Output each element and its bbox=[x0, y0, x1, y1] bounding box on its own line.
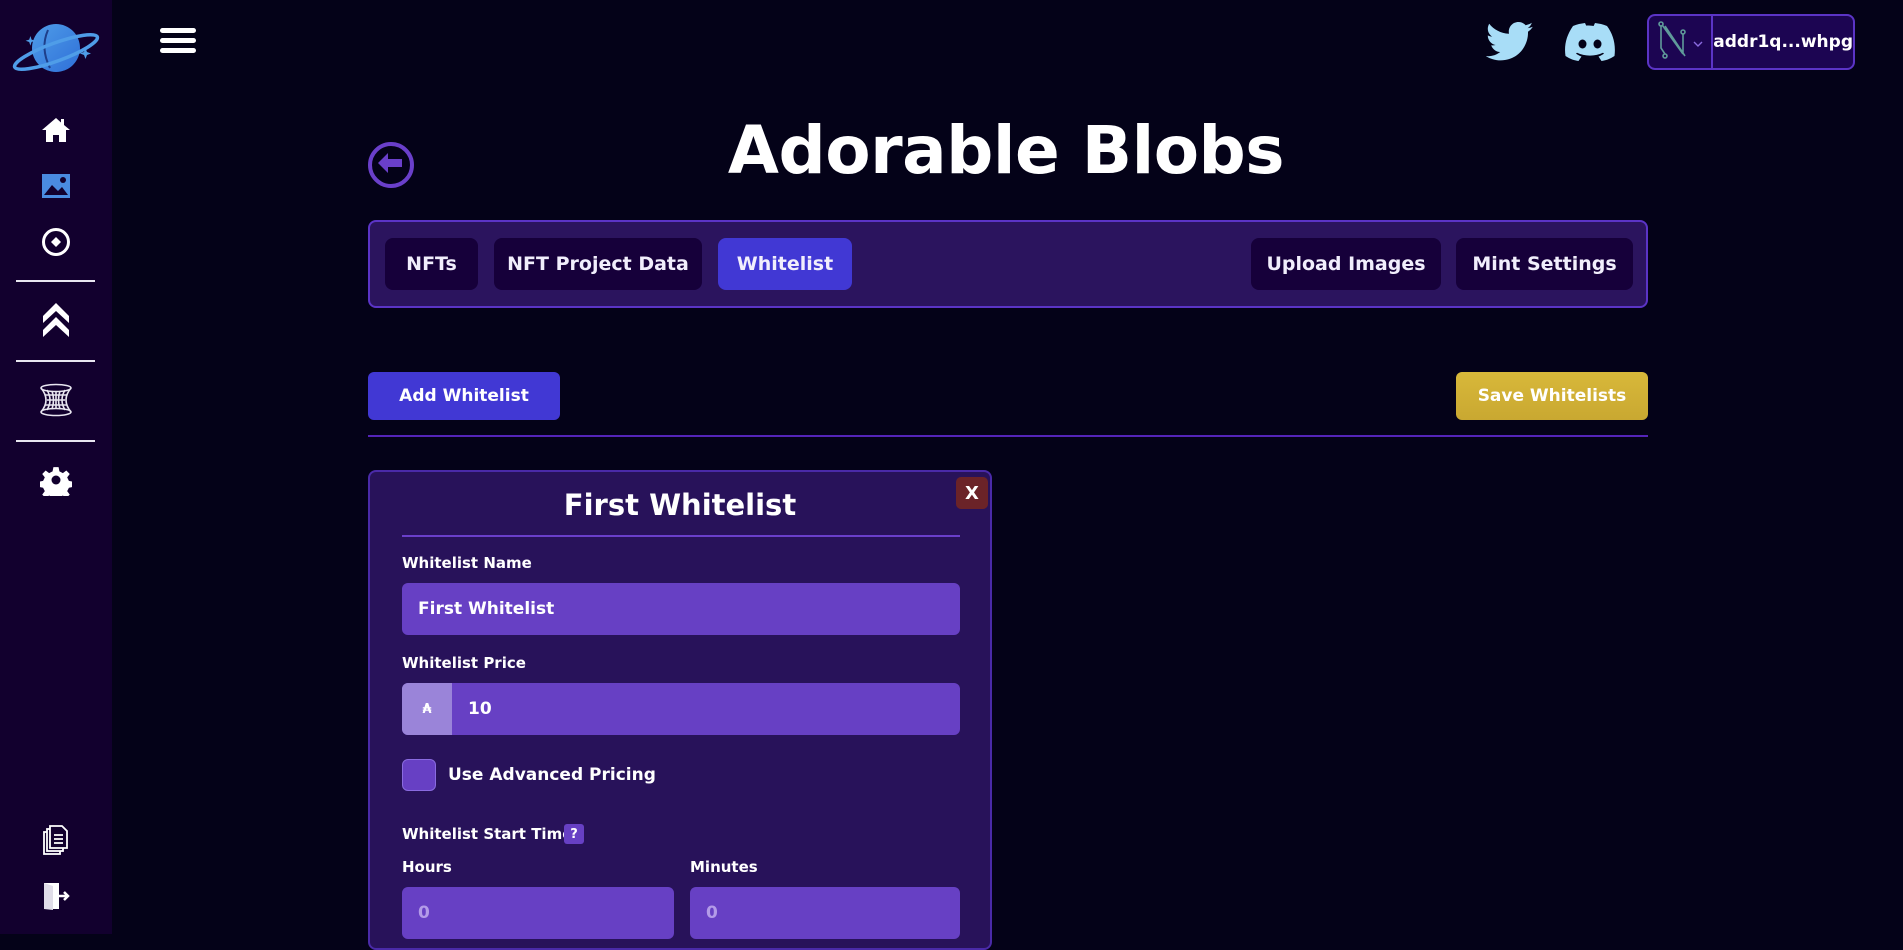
save-whitelists-button[interactable]: Save Whitelists bbox=[1456, 372, 1648, 420]
wallet-address[interactable]: addr1q...whpg bbox=[1713, 16, 1853, 68]
advanced-pricing-checkbox[interactable] bbox=[402, 759, 436, 791]
planet-logo[interactable] bbox=[10, 18, 102, 78]
hours-label: Hours bbox=[402, 858, 452, 876]
ada-currency-icon: ₳ bbox=[402, 683, 452, 735]
whitelist-name-input[interactable]: First Whitelist bbox=[402, 583, 960, 635]
sidebar-divider bbox=[16, 440, 95, 442]
nami-wallet-icon bbox=[1657, 18, 1687, 66]
wallet-provider-dropdown[interactable] bbox=[1649, 16, 1714, 68]
start-time-label: Whitelist Start Time: bbox=[402, 825, 579, 843]
card-divider bbox=[402, 535, 960, 537]
arrow-left-icon bbox=[378, 153, 404, 177]
sidebar-divider bbox=[16, 360, 95, 362]
discord-icon[interactable] bbox=[1564, 20, 1616, 64]
chevron-down-icon bbox=[1693, 33, 1703, 52]
whitelist-price-label: Whitelist Price bbox=[402, 654, 526, 672]
target-icon[interactable] bbox=[36, 224, 76, 260]
whitelist-card: First Whitelist X Whitelist Name First W… bbox=[368, 470, 992, 950]
add-whitelist-button[interactable]: Add Whitelist bbox=[368, 372, 560, 420]
minutes-label: Minutes bbox=[690, 858, 758, 876]
sidebar bbox=[0, 0, 112, 934]
wallet-connector: addr1q...whpg bbox=[1647, 14, 1855, 70]
tab-upload-images[interactable]: Upload Images bbox=[1251, 238, 1441, 290]
twitter-icon[interactable] bbox=[1484, 20, 1536, 64]
whitelist-name-label: Whitelist Name bbox=[402, 554, 532, 572]
help-icon[interactable]: ? bbox=[564, 824, 584, 844]
whitelist-card-title: First Whitelist bbox=[563, 488, 797, 522]
page-title: Adorable Blobs bbox=[727, 112, 1285, 189]
minutes-input[interactable]: 0 bbox=[690, 887, 960, 939]
whitelist-price-input[interactable]: 10 bbox=[468, 699, 492, 719]
double-chevron-up-icon[interactable] bbox=[36, 302, 76, 338]
project-tabs: NFTs NFT Project Data Whitelist Upload I… bbox=[368, 220, 1648, 308]
tab-nfts[interactable]: NFTs bbox=[385, 238, 478, 290]
hours-input[interactable]: 0 bbox=[402, 887, 674, 939]
wormhole-icon[interactable] bbox=[36, 382, 76, 418]
remove-whitelist-button[interactable]: X bbox=[956, 477, 988, 509]
sidebar-divider bbox=[16, 280, 95, 282]
tab-nft-project-data[interactable]: NFT Project Data bbox=[494, 238, 702, 290]
gear-icon[interactable] bbox=[36, 462, 76, 498]
menu-toggle-icon[interactable] bbox=[160, 28, 200, 56]
logout-icon[interactable] bbox=[36, 878, 76, 914]
documents-icon[interactable] bbox=[36, 822, 76, 858]
home-icon[interactable] bbox=[36, 112, 76, 148]
back-button[interactable] bbox=[368, 142, 414, 188]
image-icon[interactable] bbox=[36, 168, 76, 204]
tab-whitelist[interactable]: Whitelist bbox=[718, 238, 852, 290]
section-divider bbox=[368, 435, 1648, 437]
tab-mint-settings[interactable]: Mint Settings bbox=[1456, 238, 1633, 290]
advanced-pricing-label[interactable]: Use Advanced Pricing bbox=[448, 765, 656, 785]
whitelist-price-field: ₳ 10 bbox=[402, 683, 960, 735]
